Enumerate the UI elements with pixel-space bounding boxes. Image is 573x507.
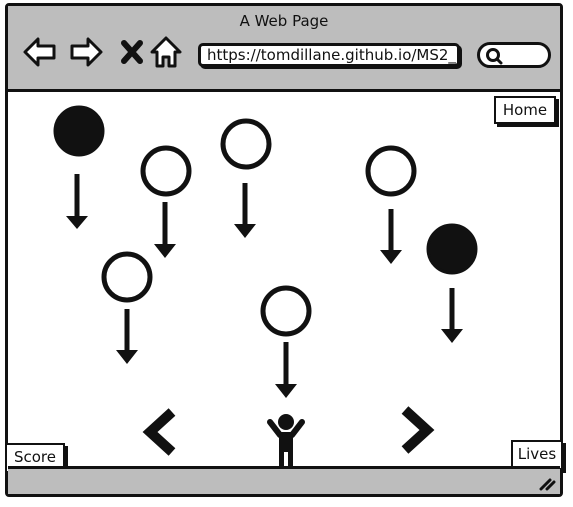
player-figure-icon bbox=[267, 414, 305, 468]
url-input[interactable]: https://tomdillane.github.io/MS2_ bbox=[198, 43, 460, 67]
window-title: A Web Page bbox=[239, 12, 329, 30]
falling-object-hollow bbox=[365, 145, 417, 264]
left-chevron-icon[interactable] bbox=[142, 408, 176, 456]
falling-object-hollow bbox=[220, 118, 272, 238]
browser-titlebar: A Web Page https://tomdillane.github.io/… bbox=[8, 6, 560, 92]
right-chevron-icon[interactable] bbox=[401, 406, 435, 454]
forward-arrow-icon[interactable] bbox=[68, 34, 104, 70]
falling-object-filled bbox=[53, 105, 105, 229]
back-arrow-icon[interactable] bbox=[22, 34, 58, 70]
falling-object-hollow bbox=[140, 145, 192, 258]
close-x-icon[interactable] bbox=[114, 34, 150, 70]
resize-grip-icon[interactable] bbox=[536, 474, 556, 492]
falling-object-hollow bbox=[260, 285, 312, 398]
falling-object-hollow bbox=[101, 251, 153, 364]
home-icon[interactable] bbox=[148, 34, 184, 70]
game-area: Home Score Lives bbox=[5, 92, 563, 473]
search-icon bbox=[486, 48, 503, 65]
game-canvas bbox=[53, 105, 478, 468]
browser-statusbar bbox=[8, 466, 560, 494]
browser-window: A Web Page https://tomdillane.github.io/… bbox=[5, 3, 563, 497]
falling-object-filled bbox=[426, 223, 478, 343]
search-input[interactable] bbox=[477, 42, 551, 68]
home-button[interactable]: Home bbox=[494, 96, 556, 124]
